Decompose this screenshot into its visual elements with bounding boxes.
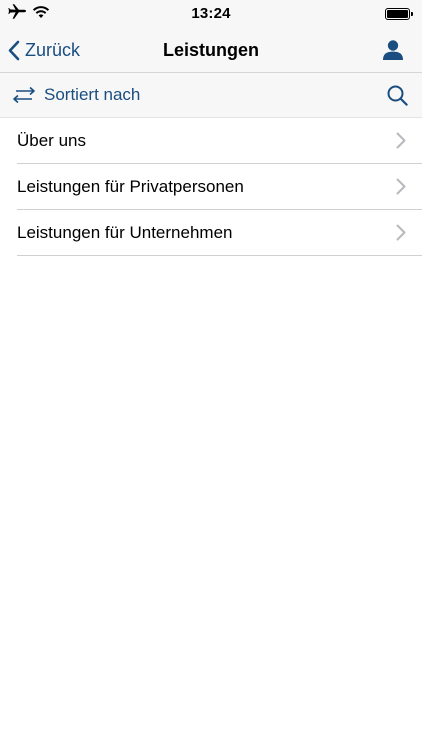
list-item-about-us[interactable]: Über uns: [17, 118, 422, 164]
sort-label: Sortiert nach: [44, 85, 141, 104]
swap-arrows-icon: [13, 86, 35, 104]
status-time: 13:24: [191, 5, 231, 22]
battery-fill: [387, 10, 408, 18]
navigation-bar: Zurück Leistungen: [0, 28, 422, 73]
list-item-private-services[interactable]: Leistungen für Privatpersonen: [17, 164, 422, 210]
list-item-label: Leistungen für Privatpersonen: [17, 176, 244, 196]
list-item-label: Über uns: [17, 130, 86, 150]
chevron-right-icon: [396, 224, 406, 241]
back-button[interactable]: Zurück: [8, 28, 80, 72]
status-bar: 13:24: [0, 0, 422, 28]
sort-button[interactable]: Sortiert nach: [12, 73, 140, 117]
search-icon[interactable]: [387, 85, 408, 106]
back-button-label: Zurück: [25, 39, 81, 60]
services-list: Über uns Leistungen für Privatpersonen L…: [17, 118, 422, 256]
sort-bar: Sortiert nach: [0, 73, 422, 118]
top-area: 13:24 Zurück Leistungen Sortiert nach: [0, 0, 422, 118]
battery-icon: [385, 8, 413, 20]
chevron-right-icon: [396, 178, 406, 195]
chevron-right-icon: [396, 132, 406, 149]
list-item-business-services[interactable]: Leistungen für Unternehmen: [17, 210, 422, 256]
chevron-left-icon: [8, 40, 20, 60]
user-icon[interactable]: [382, 39, 404, 61]
list-item-label: Leistungen für Unternehmen: [17, 222, 233, 242]
